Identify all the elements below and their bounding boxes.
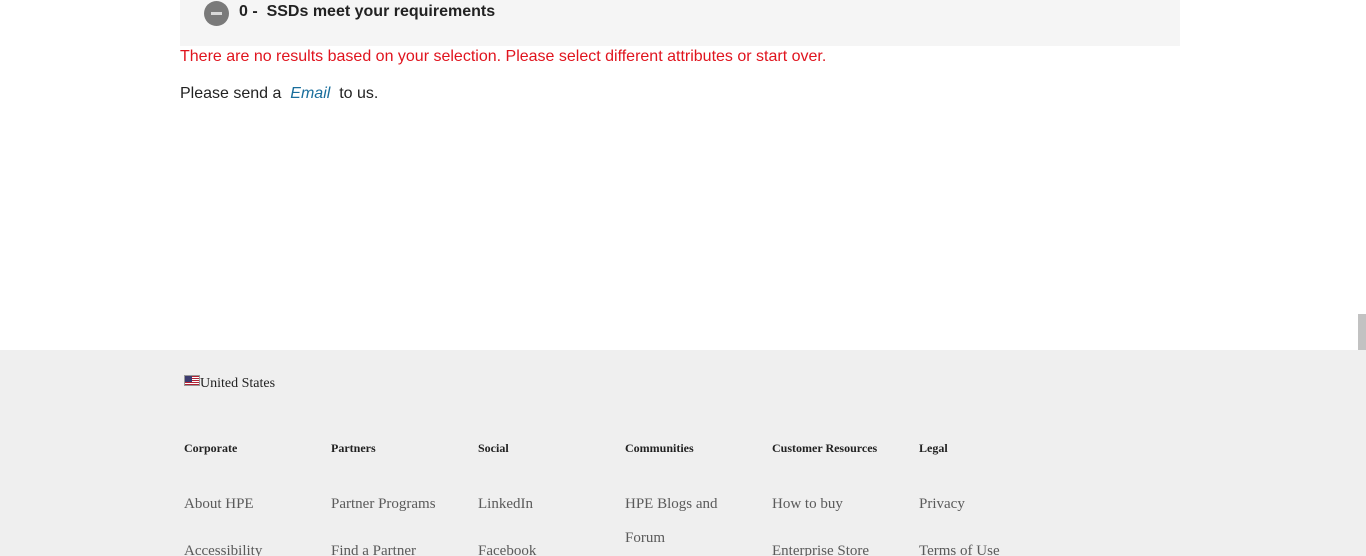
footer-heading: Customer Resources [772, 441, 878, 455]
footer-column-partners: Partners Partner Programs Find a Partner [331, 440, 471, 556]
footer-column-legal: Legal Privacy Terms of Use [919, 440, 1059, 556]
country-selector[interactable]: United States [184, 375, 275, 392]
footer-column-communities: Communities HPE Blogs and Forum [625, 440, 737, 555]
footer-link-terms-of-use[interactable]: Terms of Use [919, 534, 1059, 556]
country-label: United States [200, 376, 276, 391]
footer-link-facebook[interactable]: Facebook [478, 534, 618, 556]
email-link[interactable]: Email [290, 85, 330, 102]
footer: United States Corporate About HPE Access… [0, 350, 1366, 556]
footer-link-accessibility[interactable]: Accessibility [184, 534, 324, 556]
no-results-message: There are no results based on your selec… [180, 48, 827, 65]
footer-link-find-a-partner[interactable]: Find a Partner [331, 534, 471, 556]
footer-link-about-hpe[interactable]: About HPE [184, 487, 324, 521]
footer-column-corporate: Corporate About HPE Accessibility [184, 440, 324, 556]
results-title-text: SSDs meet your requirements [266, 3, 496, 20]
us-flag-icon [184, 375, 200, 386]
footer-heading: Corporate [184, 441, 238, 455]
footer-heading: Social [478, 441, 509, 455]
footer-link-hpe-blogs-forum[interactable]: HPE Blogs and Forum [625, 487, 737, 555]
footer-link-partner-programs[interactable]: Partner Programs [331, 487, 471, 521]
footer-heading: Communities [625, 441, 694, 455]
results-separator: - [247, 3, 267, 20]
footer-link-linkedin[interactable]: LinkedIn [478, 487, 618, 521]
footer-link-enterprise-store[interactable]: Enterprise Store [772, 534, 912, 556]
results-header: 0 - SSDs meet your requirements [180, 0, 1180, 46]
footer-column-customer-resources: Customer Resources How to buy Enterprise… [772, 440, 912, 556]
send-prefix: Please send a [180, 85, 291, 102]
collapse-minus-icon[interactable] [204, 1, 229, 26]
footer-link-how-to-buy[interactable]: How to buy [772, 487, 912, 521]
results-count: 0 [239, 3, 248, 20]
footer-link-privacy[interactable]: Privacy [919, 487, 1059, 521]
footer-column-social: Social LinkedIn Facebook [478, 440, 618, 556]
send-suffix: to us. [330, 85, 379, 102]
send-email-line: Please send a Email to us. [180, 85, 378, 103]
results-title: 0 - SSDs meet your requirements [239, 3, 495, 21]
footer-heading: Partners [331, 441, 376, 455]
footer-heading: Legal [919, 441, 948, 455]
